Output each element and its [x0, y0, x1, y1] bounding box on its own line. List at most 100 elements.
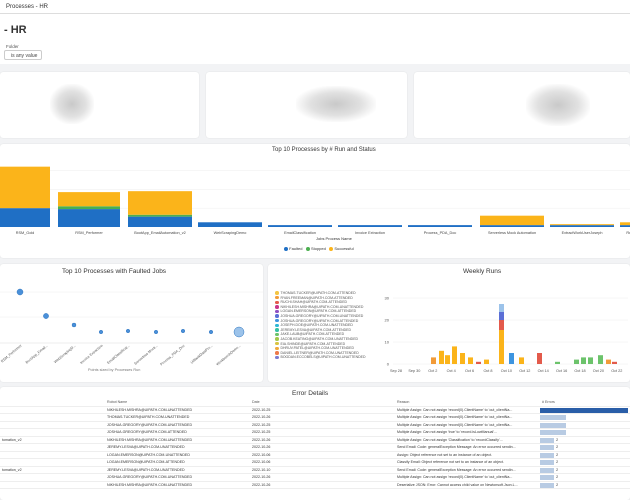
weekly-bar[interactable] — [476, 361, 481, 364]
weekly-bar[interactable] — [452, 346, 457, 364]
weekly-bar-segment[interactable] — [499, 312, 504, 320]
cell-reason: Multiple Assign: Can not assign 'Classif… — [395, 436, 540, 444]
weekly-bar[interactable] — [439, 350, 444, 364]
weekly-bar[interactable] — [588, 357, 593, 364]
weekly-bar[interactable] — [468, 357, 473, 364]
cell-process: tomation_v2 — [0, 436, 105, 444]
table-row[interactable]: JEREMY.LESVA@UIPATH.COM-UNATTENDED 2022-1… — [0, 443, 630, 452]
scatter-point[interactable] — [125, 328, 131, 334]
cell-date: 2022-10-26 — [250, 436, 395, 444]
table-row[interactable]: tomation_v2 JEREMY.LESVA@UIPATH.COM-UNATT… — [0, 466, 630, 474]
legend-item[interactable]: DHRUV.PATEL@UIPATH.COM-UNATTENDED — [275, 346, 354, 350]
col-date[interactable]: Date — [250, 399, 395, 407]
bar-stopped[interactable] — [58, 206, 120, 210]
cell-reason: Multiple Assign: Can not assign 'record(… — [395, 406, 540, 414]
col-process[interactable] — [0, 399, 105, 407]
legend-item[interactable]: DANIEL.LEITNER@UIPATH.COM-UNATTENDED — [275, 351, 359, 355]
folder-filter-dropdown[interactable]: is any value — [4, 50, 42, 60]
weekly-bar[interactable] — [581, 357, 586, 364]
scatter-point[interactable] — [180, 328, 186, 334]
error-count-bar — [540, 415, 567, 420]
bar-faulted[interactable] — [408, 225, 472, 227]
table-row[interactable]: tomation_v2 NIKHILESH.MISHRA@UIPATH.COM-U… — [0, 436, 630, 444]
legend-item[interactable]: RUCHI.SHAH@UIPATH.COM-ATTENDED — [275, 300, 347, 304]
weekly-bar[interactable] — [537, 353, 542, 364]
scatter-point[interactable] — [16, 288, 24, 296]
table-header-row: Robot Name Date Reason # Errors — [0, 399, 630, 407]
weekly-bar[interactable] — [606, 359, 611, 364]
legend-item[interactable]: JOSHUA.GREGORY@UIPATH.COM-ATTENDED — [275, 319, 358, 323]
cell-reason: Deserialize JSON: Error: Cannot access c… — [395, 481, 540, 489]
legend-item[interactable]: LOGAN.EMERSON@UIPATH.COM-ATTENDED — [275, 309, 356, 313]
table-row[interactable]: JOSHUA.GREGORY@UIPATH.COM-ATTENDED 2022-1… — [0, 428, 630, 437]
bar-successful[interactable] — [620, 222, 630, 226]
scatter-point[interactable] — [43, 313, 49, 319]
legend-dot-icon — [275, 351, 279, 355]
legend-item[interactable]: JAKE.LAUB@UIPATH.COM-ATTENDED — [275, 332, 344, 336]
weekly-bar[interactable] — [555, 361, 560, 364]
legend-item[interactable]: JOSHUA.GREGORY@UIPATH.COM-UNATTENDED — [275, 314, 363, 318]
legend-item[interactable]: JEREMY.LESVA@UIPATH.COM-ATTENDED — [275, 328, 351, 332]
legend-item[interactable]: NIKHILESH.MISHRA@UIPATH.COM-UNATTENDED — [275, 305, 363, 309]
legend-stopped[interactable]: Stopped — [305, 246, 326, 251]
bar-faulted[interactable] — [338, 225, 402, 227]
bar-faulted[interactable] — [58, 209, 120, 227]
bar-faulted[interactable] — [198, 222, 262, 227]
bar-faulted[interactable] — [620, 225, 630, 227]
col-reason[interactable]: Reason — [395, 399, 540, 407]
table-row[interactable]: NIKHILESH.MISHRA@UIPATH.COM-UNATTENDED 20… — [0, 406, 630, 414]
legend-item[interactable]: JACOB.KEATING@UIPATH.COM-UNATTENDED — [275, 337, 358, 341]
weekly-bar[interactable] — [598, 355, 603, 364]
legend-successful[interactable]: Successful — [329, 246, 354, 251]
weekly-bar[interactable] — [460, 353, 465, 364]
error-count-bar — [540, 437, 555, 443]
weekly-bar[interactable] — [519, 357, 524, 364]
table-row[interactable]: JOSHUA.GREGORY@UIPATH.COM-UNATTENDED 2022… — [0, 473, 630, 482]
col-robot-name[interactable]: Robot Name — [105, 399, 250, 407]
table-row[interactable]: THOMAS.TUCKER@UIPATH.COM-UNATTENDED 2022-… — [0, 413, 630, 422]
legend-item[interactable]: THOMAS.TUCKER@UIPATH.COM-ATTENDED — [275, 291, 356, 295]
cell-robot: JOSHUA.GREGORY@UIPATH.COM-ATTENDED — [105, 428, 250, 437]
bar-faulted[interactable] — [268, 225, 332, 227]
bar-faulted[interactable] — [128, 216, 192, 227]
weekly-bar-segment[interactable] — [499, 320, 504, 330]
error-count: 2 — [556, 437, 559, 442]
legend-label: LOGAN.EMERSON@UIPATH.COM-ATTENDED — [280, 309, 357, 314]
scatter-point[interactable] — [98, 329, 104, 335]
legend-item[interactable]: EIA.SHINDE@UIPATH.COM-ATTENDED — [275, 342, 345, 346]
bar-faulted[interactable] — [550, 225, 614, 227]
weekly-bar[interactable] — [484, 359, 489, 364]
table-row[interactable]: JOSHUA.GREGORY@UIPATH.COM-UNATTENDED 2022… — [0, 421, 630, 429]
bar-successful[interactable] — [58, 192, 120, 207]
legend-dot-icon — [275, 291, 279, 295]
scatter-point[interactable] — [71, 322, 77, 328]
col-errors[interactable]: # Errors — [540, 399, 630, 407]
weekly-bar[interactable] — [574, 359, 579, 364]
bar-successful[interactable] — [480, 215, 544, 226]
cell-process — [0, 421, 105, 429]
weekly-bar[interactable] — [612, 361, 617, 364]
legend-label: RYAN.FREEMAN@UIPATH.COM-ATTENDED — [280, 295, 353, 300]
bar-successful[interactable] — [550, 224, 614, 226]
weekly-bar[interactable] — [509, 353, 514, 364]
legend-faulted[interactable]: Faulted — [284, 246, 302, 251]
table-row[interactable]: LOGAN.EMERSON@UIPATH.COM-ATTENDED 2022-10… — [0, 458, 630, 467]
bar-successful[interactable] — [0, 166, 50, 209]
legend-item[interactable]: JOSEPH.DOE@UIPATH.COM-UNATTENDED — [275, 323, 353, 327]
table-row[interactable]: NIKHILESH.MISHRA@UIPATH.COM-UNATTENDED 20… — [0, 481, 630, 489]
legend-item[interactable]: RYAN.FREEMAN@UIPATH.COM-ATTENDED — [275, 296, 353, 300]
legend-item[interactable]: BOGDAN.ECCOBELS@UIPATH.COM-UNATTENDED — [275, 355, 366, 359]
scatter-point[interactable] — [153, 329, 159, 335]
bar-faulted[interactable] — [480, 225, 544, 227]
table-row[interactable]: LOGAN.EMERSON@UIPATH.COM-UNATTENDED 2022-… — [0, 451, 630, 459]
weekly-bar[interactable] — [431, 357, 436, 364]
bar-stopped[interactable] — [128, 214, 192, 217]
scatter-point[interactable] — [208, 329, 214, 335]
x-tick-label: EmailClassificat... — [106, 344, 130, 365]
bar-successful[interactable] — [128, 191, 192, 215]
weekly-bar[interactable] — [445, 355, 450, 364]
bar-faulted[interactable] — [0, 208, 50, 227]
weekly-bar-segment[interactable] — [499, 304, 504, 312]
x-tick-label: Oct 8 — [483, 369, 492, 373]
scatter-point[interactable] — [233, 326, 245, 338]
